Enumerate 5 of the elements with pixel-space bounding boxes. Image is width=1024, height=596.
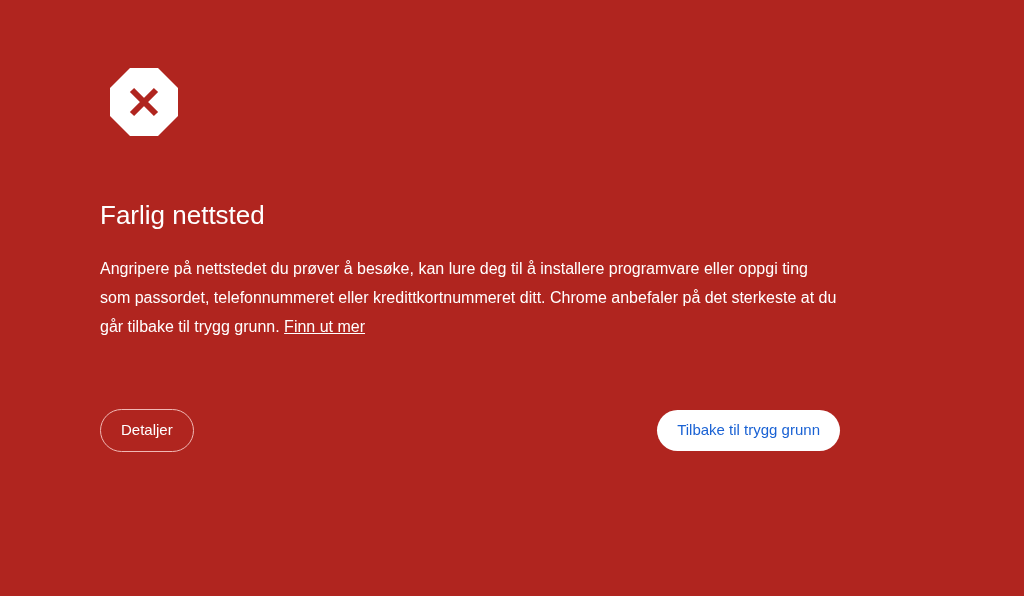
warning-message: Angripere på nettstedet du prøver å besøke, kan lure deg til å installere programvare eller oppgi ting som passordet, telefonnummeret eller kredittkortnummeret ditt. Chrome anbefaler på det sterkeste at du går tilbake til trygg grunn. Finn ut mer: [100, 259, 838, 337]
page-title: Farlig nettsted: [100, 199, 266, 232]
learn-more-link[interactable]: Finn ut mer: [284, 318, 366, 335]
error-icon: [110, 68, 178, 136]
back-to-safety-button[interactable]: Tilbake til trygg grunn: [657, 410, 840, 451]
